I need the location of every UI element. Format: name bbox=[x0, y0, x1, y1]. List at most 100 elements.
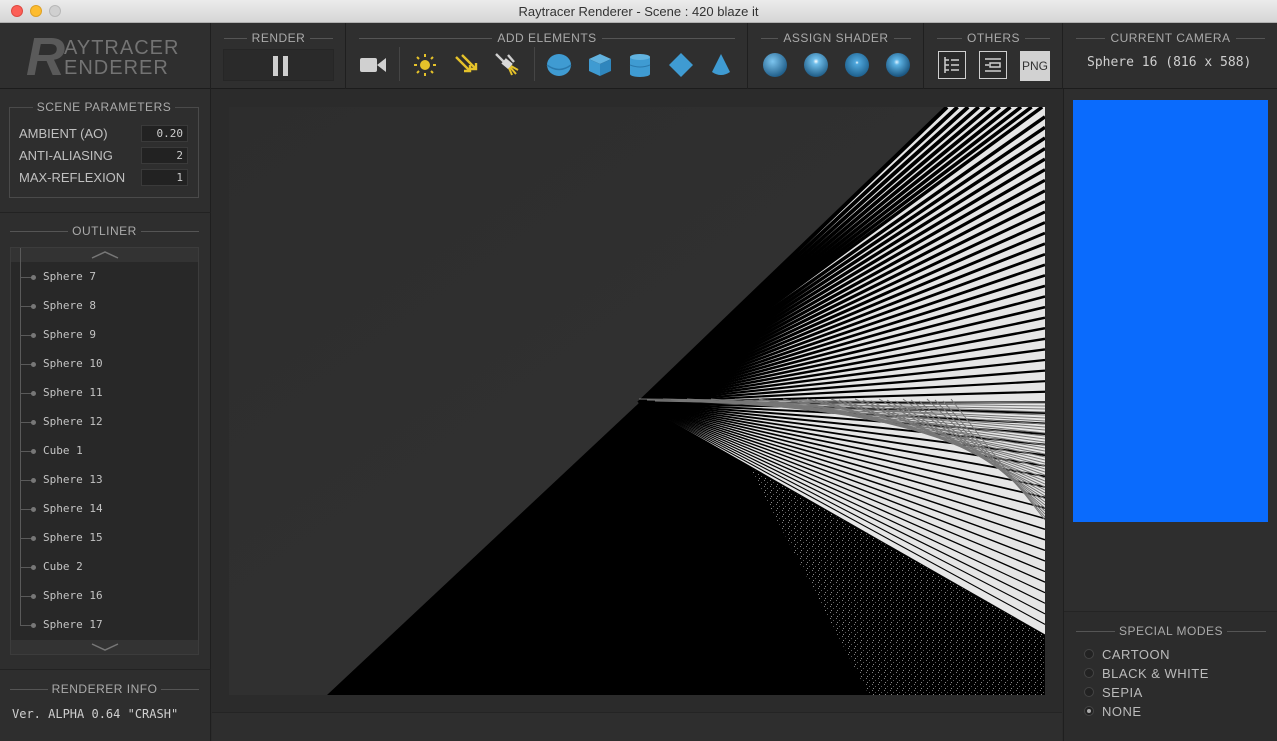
version-text: Ver. ALPHA 0.64 "CRASH" bbox=[12, 707, 179, 721]
tree-node-icon bbox=[31, 507, 36, 512]
scene-parameters-box: SCENE PARAMETERS AMBIENT (AO) 0.20 ANTI-… bbox=[9, 100, 199, 198]
add-sphere-button[interactable] bbox=[544, 50, 574, 80]
add-elements-title: ADD ELEMENTS bbox=[492, 31, 602, 45]
outliner-item-label: Cube 2 bbox=[43, 560, 83, 573]
others-group: OTHERS PNG bbox=[925, 23, 1063, 89]
camera-preview bbox=[1073, 100, 1268, 522]
outliner-item-label: Sphere 7 bbox=[43, 270, 96, 283]
outliner-item[interactable]: Sphere 13 bbox=[11, 451, 191, 490]
render-output-image bbox=[229, 107, 1045, 695]
logo-line-2: ENDERER bbox=[64, 57, 169, 79]
ambient-input[interactable]: 0.20 bbox=[141, 125, 188, 142]
cone-icon bbox=[712, 54, 730, 75]
outliner-item-label: Sphere 12 bbox=[43, 415, 103, 428]
logo-letter: R bbox=[26, 27, 65, 87]
export-png-button[interactable]: PNG bbox=[1020, 51, 1050, 81]
outliner-item[interactable]: Sphere 14 bbox=[11, 480, 191, 519]
shader-4-button[interactable] bbox=[883, 50, 913, 80]
outliner-scroll-down[interactable] bbox=[11, 640, 198, 654]
outliner-item[interactable]: Cube 1 bbox=[11, 422, 191, 461]
tree-node-icon bbox=[31, 420, 36, 425]
mode-label: CARTOON bbox=[1102, 647, 1171, 662]
outliner-item-label: Sphere 17 bbox=[43, 618, 103, 631]
outliner-item-label: Sphere 15 bbox=[43, 531, 103, 544]
plane-icon bbox=[669, 53, 693, 77]
app-logo: R AYTRACER ENDERER bbox=[0, 23, 211, 89]
render-button[interactable] bbox=[223, 49, 334, 81]
left-panel: SCENE PARAMETERS AMBIENT (AO) 0.20 ANTI-… bbox=[0, 89, 211, 741]
directional-light-icon bbox=[455, 54, 478, 73]
mode-none-radio[interactable]: NONE bbox=[1084, 703, 1234, 721]
max-reflexion-input[interactable]: 1 bbox=[141, 169, 188, 186]
tree-node-icon bbox=[31, 536, 36, 541]
anti-aliasing-input[interactable]: 2 bbox=[141, 147, 188, 164]
tree-node-icon bbox=[31, 304, 36, 309]
outliner-item-label: Sphere 16 bbox=[43, 589, 103, 602]
shader-1-button[interactable] bbox=[760, 50, 790, 80]
param-label: AMBIENT (AO) bbox=[19, 126, 108, 141]
outliner-item[interactable]: Sphere 11 bbox=[11, 364, 191, 403]
point-light-icon bbox=[414, 54, 436, 76]
outliner[interactable]: Sphere 7 Sphere 8 Sphere 9 Sphere 10 Sphere … bbox=[10, 247, 199, 655]
properties-icon bbox=[985, 58, 1001, 72]
tree-node-icon bbox=[31, 391, 36, 396]
outliner-item-label: Sphere 10 bbox=[43, 357, 103, 370]
cylinder-icon bbox=[629, 54, 651, 77]
mode-sepia-radio[interactable]: SEPIA bbox=[1084, 684, 1234, 702]
outliner-item[interactable]: Sphere 8 bbox=[11, 277, 191, 316]
special-modes-title: SPECIAL MODES bbox=[1114, 624, 1228, 638]
chevron-down-icon bbox=[91, 643, 119, 651]
add-spot-light-button[interactable] bbox=[492, 50, 522, 80]
shader-3-icon bbox=[845, 53, 869, 77]
outliner-item[interactable]: Cube 2 bbox=[11, 538, 191, 577]
outliner-item[interactable]: Sphere 15 bbox=[11, 509, 191, 548]
render-canvas[interactable] bbox=[229, 107, 1045, 695]
tree-node-icon bbox=[31, 478, 36, 483]
outliner-item-label: Cube 1 bbox=[43, 444, 83, 457]
properties-button[interactable] bbox=[979, 51, 1007, 79]
mode-bw-radio[interactable]: BLACK & WHITE bbox=[1084, 665, 1234, 683]
assign-shader-title: ASSIGN SHADER bbox=[778, 31, 894, 45]
outliner-item[interactable]: Sphere 9 bbox=[11, 306, 191, 345]
renderer-info-title: RENDERER INFO bbox=[47, 682, 162, 696]
outliner-item[interactable]: Sphere 10 bbox=[11, 335, 191, 374]
scene-parameters-title: SCENE PARAMETERS bbox=[32, 100, 176, 114]
current-camera-value: Sphere 16 (816 x 588) bbox=[1087, 55, 1252, 70]
camera-icon bbox=[360, 58, 386, 72]
pause-icon bbox=[273, 56, 289, 76]
status-bar bbox=[212, 712, 1062, 741]
outliner-item[interactable]: Sphere 17 bbox=[11, 596, 191, 635]
add-cone-button[interactable] bbox=[706, 50, 736, 80]
add-camera-button[interactable] bbox=[358, 50, 388, 80]
chevron-up-icon bbox=[91, 251, 119, 259]
shader-4-icon bbox=[886, 53, 910, 77]
tree-node-icon bbox=[31, 565, 36, 570]
add-directional-light-button[interactable] bbox=[451, 50, 481, 80]
add-cylinder-button[interactable] bbox=[625, 50, 655, 80]
list-icon bbox=[944, 57, 959, 73]
outliner-item-label: Sphere 11 bbox=[43, 386, 103, 399]
shader-1-icon bbox=[763, 53, 787, 77]
add-plane-button[interactable] bbox=[666, 50, 696, 80]
list-button[interactable] bbox=[938, 51, 966, 79]
add-point-light-button[interactable] bbox=[410, 50, 440, 80]
add-cube-button[interactable] bbox=[585, 50, 615, 80]
outliner-item[interactable]: Sphere 7 bbox=[11, 248, 191, 287]
outliner-item[interactable]: Sphere 12 bbox=[11, 393, 191, 432]
mode-label: NONE bbox=[1102, 704, 1142, 719]
assign-shader-group: ASSIGN SHADER bbox=[749, 23, 924, 89]
outliner-item[interactable]: Sphere 16 bbox=[11, 567, 191, 606]
tree-node-icon bbox=[31, 362, 36, 367]
tree-node-icon bbox=[31, 333, 36, 338]
render-group-title: RENDER bbox=[246, 31, 311, 45]
render-area bbox=[212, 89, 1062, 741]
shader-2-button[interactable] bbox=[801, 50, 831, 80]
outliner-scroll-up[interactable] bbox=[11, 248, 198, 262]
mode-label: SEPIA bbox=[1102, 685, 1143, 700]
others-title: OTHERS bbox=[961, 31, 1025, 45]
current-camera-title: CURRENT CAMERA bbox=[1105, 31, 1236, 45]
tree-node-icon bbox=[31, 449, 36, 454]
shader-3-button[interactable] bbox=[842, 50, 872, 80]
window-title: Raytracer Renderer - Scene : 420 blaze i… bbox=[518, 4, 759, 19]
mode-cartoon-radio[interactable]: CARTOON bbox=[1084, 646, 1234, 664]
